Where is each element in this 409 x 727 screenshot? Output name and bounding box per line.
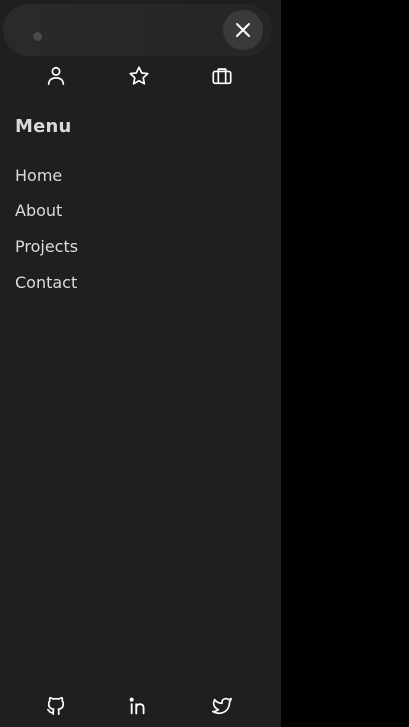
backdrop-overlay[interactable] bbox=[281, 0, 409, 727]
nav-item-about[interactable]: About bbox=[15, 201, 62, 220]
close-icon bbox=[235, 22, 251, 38]
nav-drawer: Menu Home About Projects Contact bbox=[0, 0, 281, 727]
nav-item-contact[interactable]: Contact bbox=[15, 273, 77, 292]
star-icon bbox=[128, 65, 150, 87]
favorites-button[interactable] bbox=[127, 64, 151, 88]
linkedin-link[interactable] bbox=[127, 694, 151, 718]
nav-item-home[interactable]: Home bbox=[15, 166, 62, 185]
profile-button[interactable] bbox=[44, 64, 68, 88]
github-link[interactable] bbox=[44, 694, 68, 718]
twitter-link[interactable] bbox=[210, 694, 234, 718]
theme-toggle[interactable] bbox=[33, 32, 42, 41]
linkedin-icon bbox=[128, 695, 150, 717]
twitter-icon bbox=[211, 695, 233, 717]
github-icon bbox=[45, 695, 67, 717]
nav-item-projects[interactable]: Projects bbox=[15, 237, 78, 256]
portfolio-button[interactable] bbox=[210, 64, 234, 88]
briefcase-icon bbox=[211, 65, 233, 87]
user-icon bbox=[45, 65, 67, 87]
close-button[interactable] bbox=[223, 10, 263, 50]
menu-heading: Menu bbox=[15, 116, 72, 137]
